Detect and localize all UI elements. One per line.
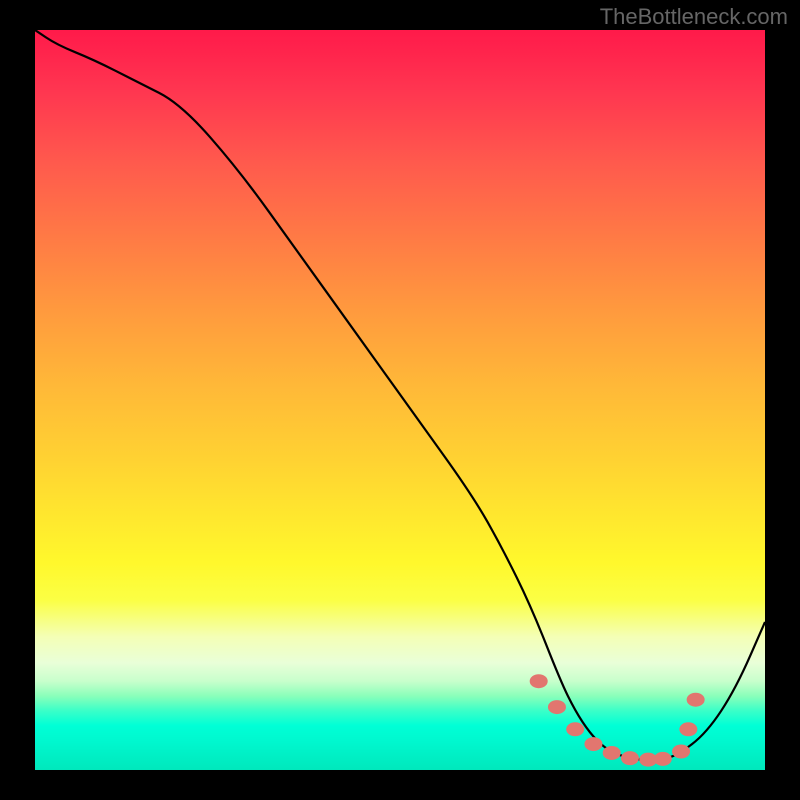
marker-dot: [566, 722, 584, 736]
marker-dot: [639, 753, 657, 767]
marker-dot: [548, 700, 566, 714]
chart-plot-area: [35, 30, 765, 770]
marker-dot: [687, 693, 705, 707]
optimal-range-markers: [530, 674, 705, 766]
marker-dot: [654, 752, 672, 766]
bottleneck-curve-path: [35, 30, 765, 760]
chart-svg: [35, 30, 765, 770]
marker-dot: [603, 746, 621, 760]
marker-dot: [530, 674, 548, 688]
marker-dot: [584, 737, 602, 751]
marker-dot: [672, 745, 690, 759]
marker-dot: [679, 722, 697, 736]
attribution-text: TheBottleneck.com: [600, 4, 788, 30]
marker-dot: [621, 751, 639, 765]
